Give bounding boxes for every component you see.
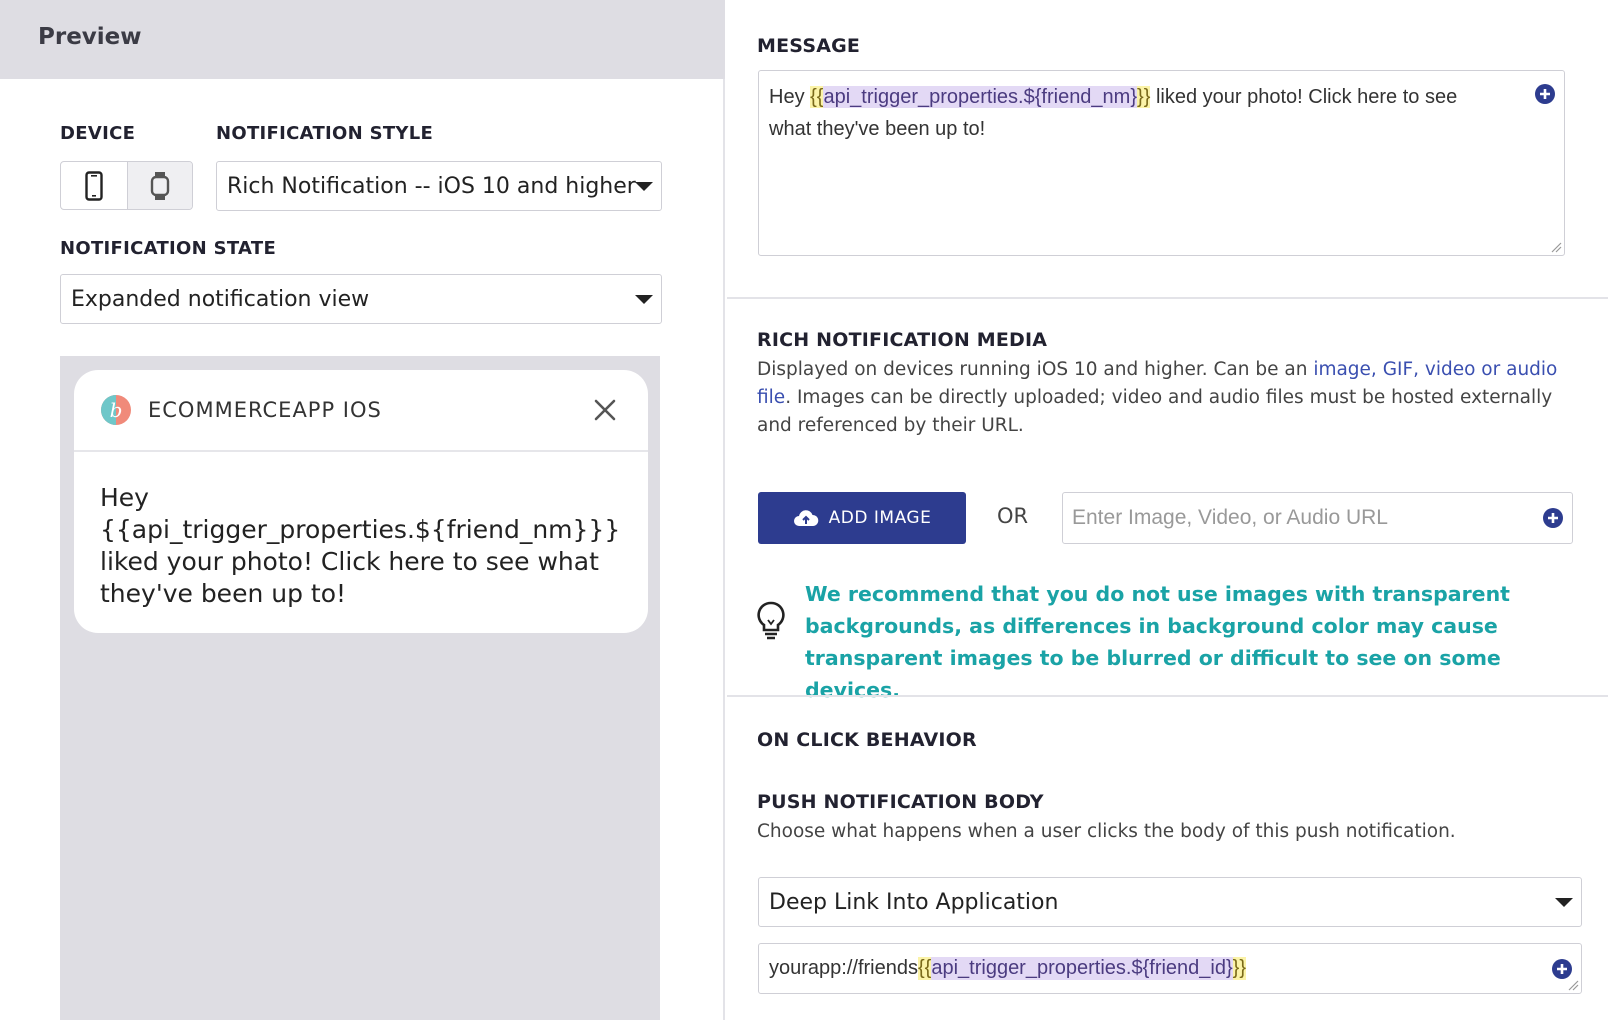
device-toggle bbox=[60, 161, 193, 210]
chevron-down-icon bbox=[635, 295, 653, 304]
chevron-down-icon bbox=[1555, 898, 1573, 907]
click-action-select[interactable]: Deep Link Into Application bbox=[758, 877, 1582, 927]
device-watch-button[interactable] bbox=[126, 162, 192, 209]
deep-link-brace-close: }} bbox=[1232, 957, 1247, 980]
svg-text:b: b bbox=[110, 398, 123, 422]
device-label: DEVICE bbox=[60, 123, 136, 144]
rich-media-desc-part1: Displayed on devices running iOS 10 and … bbox=[757, 359, 1314, 380]
chevron-down-icon bbox=[635, 182, 653, 191]
preview-panel: Preview DEVICE NOTIFICATION STYLE Rich N… bbox=[0, 0, 725, 1020]
rich-media-label: RICH NOTIFICATION MEDIA bbox=[757, 329, 1048, 351]
message-brace-open: {{ bbox=[810, 86, 824, 108]
notification-style-value: Rich Notification -- iOS 10 and higher bbox=[227, 173, 636, 199]
phone-preview-area: b ECOMMERCEAPP IOS Hey {{api_trigger_pro… bbox=[60, 356, 660, 1020]
or-label: OR bbox=[997, 504, 1029, 528]
section-divider bbox=[727, 695, 1608, 697]
notification-state-label: NOTIFICATION STATE bbox=[60, 238, 277, 259]
phone-icon bbox=[85, 170, 103, 201]
message-text-before: Hey bbox=[769, 86, 811, 108]
resize-handle-icon[interactable] bbox=[1567, 979, 1579, 991]
cloud-upload-icon bbox=[793, 510, 818, 526]
preview-header: Preview bbox=[0, 0, 725, 79]
deep-link-prefix: yourapp://friends bbox=[769, 957, 918, 979]
add-personalization-icon[interactable] bbox=[1542, 507, 1564, 529]
message-variable: api_trigger_properties.${friend_nm} bbox=[823, 86, 1138, 108]
preview-title: Preview bbox=[38, 24, 142, 50]
deep-link-input[interactable]: yourapp://friends{{api_trigger_propertie… bbox=[758, 943, 1582, 994]
message-textarea[interactable]: Hey {{api_trigger_properties.${friend_nm… bbox=[758, 70, 1565, 256]
watch-icon bbox=[150, 171, 169, 200]
settings-panel: MESSAGE Hey {{api_trigger_properties.${f… bbox=[727, 0, 1608, 1020]
media-url-input[interactable]: Enter Image, Video, or Audio URL bbox=[1062, 492, 1573, 544]
app-name: ECOMMERCEAPP IOS bbox=[148, 398, 382, 422]
app-logo-icon: b bbox=[101, 395, 131, 425]
deep-link-brace-open: {{ bbox=[917, 957, 932, 980]
lightbulb-icon bbox=[757, 601, 785, 640]
push-body-label: PUSH NOTIFICATION BODY bbox=[757, 791, 1044, 813]
transparency-tip: We recommend that you do not use images … bbox=[805, 582, 1510, 702]
notification-body: Hey {{api_trigger_properties.${friend_nm… bbox=[100, 483, 621, 608]
message-label: MESSAGE bbox=[757, 35, 861, 57]
notification-style-select[interactable]: Rich Notification -- iOS 10 and higher bbox=[216, 161, 662, 211]
notification-state-value: Expanded notification view bbox=[71, 286, 370, 312]
notification-card: b ECOMMERCEAPP IOS Hey {{api_trigger_pro… bbox=[74, 370, 648, 633]
rich-media-desc-part2: . Images can be directly uploaded; video… bbox=[757, 387, 1553, 436]
add-personalization-icon[interactable] bbox=[1551, 958, 1573, 980]
notification-style-label: NOTIFICATION STYLE bbox=[216, 123, 434, 144]
device-phone-button[interactable] bbox=[61, 162, 127, 209]
section-divider bbox=[727, 297, 1608, 299]
rich-media-description: Displayed on devices running iOS 10 and … bbox=[757, 356, 1577, 440]
close-icon[interactable] bbox=[590, 395, 620, 425]
notification-card-header: b ECOMMERCEAPP IOS bbox=[74, 370, 648, 452]
click-action-value: Deep Link Into Application bbox=[769, 889, 1059, 915]
on-click-label: ON CLICK BEHAVIOR bbox=[757, 729, 977, 751]
resize-handle-icon[interactable] bbox=[1550, 241, 1562, 253]
push-body-description: Choose what happens when a user clicks t… bbox=[757, 821, 1456, 842]
add-image-button[interactable]: ADD IMAGE bbox=[758, 492, 966, 544]
deep-link-variable: api_trigger_properties.${friend_id} bbox=[931, 957, 1233, 980]
notification-state-select[interactable]: Expanded notification view bbox=[60, 274, 662, 324]
add-personalization-icon[interactable] bbox=[1534, 83, 1556, 105]
media-url-placeholder: Enter Image, Video, or Audio URL bbox=[1072, 506, 1388, 529]
message-brace-close: }} bbox=[1137, 86, 1151, 108]
add-image-label: ADD IMAGE bbox=[828, 508, 932, 528]
